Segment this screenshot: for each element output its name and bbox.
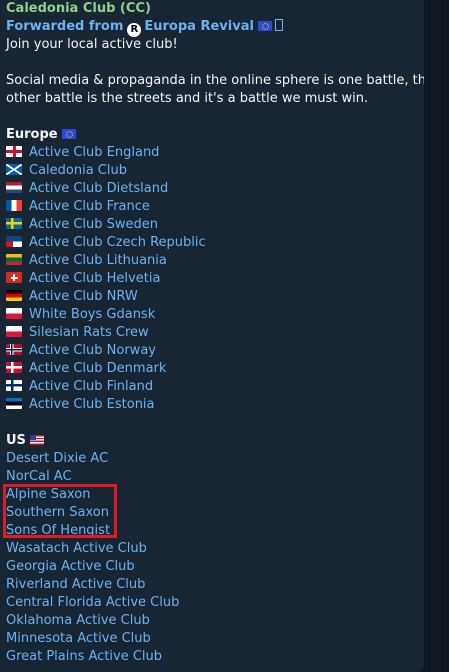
club-link[interactable]: White Boys Gdansk — [29, 307, 155, 322]
club-link[interactable]: Active Club Estonia — [29, 397, 155, 412]
club-link[interactable]: Georgia Active Club — [6, 558, 418, 576]
list-item: Active Club Denmark — [6, 360, 418, 378]
list-item: Active Club England — [6, 144, 418, 162]
unknown-glyph-icon — [274, 19, 283, 31]
sender-name[interactable]: Caledonia Club (CC) — [6, 0, 418, 18]
list-item: Active Club Finland — [6, 378, 418, 396]
club-link[interactable]: Silesian Rats Crew — [29, 325, 149, 340]
highlight-annotation-box — [3, 484, 117, 538]
list-item: Active Club Lithuania — [6, 252, 418, 270]
lithuania-flag-icon — [6, 254, 22, 265]
switzerland-flag-icon — [6, 272, 22, 283]
czech-flag-icon — [6, 236, 22, 247]
club-link[interactable]: Active Club Sweden — [29, 217, 158, 232]
eu-flag-icon — [257, 21, 272, 31]
club-link[interactable]: Central Florida Active Club — [6, 594, 418, 612]
club-link[interactable]: Oklahoma Active Club — [6, 612, 418, 630]
club-link[interactable]: Caledonia Club — [29, 163, 127, 178]
club-link[interactable]: Great Plains Active Club — [6, 648, 418, 666]
club-link[interactable]: Riverland Active Club — [6, 576, 418, 594]
club-link[interactable]: Active Club Lithuania — [29, 253, 167, 268]
us-heading-label: US — [6, 433, 26, 448]
list-item: Active Club Estonia — [6, 396, 418, 414]
us-club-list: Desert Dixie AC NorCal AC Alpine Saxon Sout… — [6, 450, 418, 666]
netherlands-flag-icon — [6, 182, 22, 193]
club-link[interactable]: Active Club Czech Republic — [29, 235, 206, 250]
list-item: Active Club Sweden — [6, 216, 418, 234]
scotland-flag-icon — [6, 164, 22, 175]
club-link[interactable]: Active Club Dietsland — [29, 181, 168, 196]
message-content: Caledonia Club (CC) Forwarded from R Europ… — [6, 0, 435, 666]
europe-heading-label: Europe — [6, 127, 58, 142]
club-link[interactable]: Active Club Helvetia — [29, 271, 160, 286]
club-link[interactable]: Active Club Finland — [29, 379, 153, 394]
germany-flag-icon — [6, 290, 22, 301]
forwarded-prefix: Forwarded from — [6, 19, 124, 34]
norway-flag-icon — [6, 344, 22, 355]
europe-heading: Europe — [6, 126, 418, 144]
channel-logo-icon: R — [127, 23, 142, 37]
paragraph-line-2: other battle is the streets and it's a b… — [6, 91, 369, 106]
list-item: Active Club France — [6, 198, 418, 216]
club-link[interactable]: Wasatach Active Club — [6, 540, 418, 558]
forwarded-header[interactable]: Forwarded from R Europa Revival — [6, 18, 418, 37]
list-item: Active Club Czech Republic — [6, 234, 418, 252]
poland-flag-icon — [6, 308, 22, 319]
list-item: Caledonia Club — [6, 162, 418, 180]
list-item: Silesian Rats Crew — [6, 324, 418, 342]
club-link[interactable]: Active Club Norway — [29, 343, 156, 358]
finland-flag-icon — [6, 380, 22, 391]
europe-club-list: Active Club England Caledonia Club Active … — [6, 144, 418, 414]
denmark-flag-icon — [6, 362, 22, 373]
list-item: Active Club Norway — [6, 342, 418, 360]
france-flag-icon — [6, 200, 22, 211]
sweden-flag-icon — [6, 218, 22, 229]
intro-text: Join your local active club! — [6, 37, 178, 52]
estonia-flag-icon — [6, 398, 22, 409]
poland-flag-icon — [6, 326, 22, 337]
club-link[interactable]: Active Club Denmark — [29, 361, 166, 376]
club-link[interactable]: Desert Dixie AC — [6, 450, 418, 468]
forwarded-channel[interactable]: Europa Revival — [144, 19, 254, 34]
paragraph-line-1: Social media & propaganda in the online … — [6, 73, 435, 88]
us-heading: US — [6, 432, 418, 450]
scrollbar-thumb[interactable] — [431, 0, 441, 672]
us-flag-icon — [29, 435, 44, 445]
club-link[interactable]: Active Club France — [29, 199, 150, 214]
list-item: Active Club NRW — [6, 288, 418, 306]
england-flag-icon — [6, 146, 22, 157]
club-link[interactable]: Active Club England — [29, 145, 159, 160]
list-item: Active Club Helvetia — [6, 270, 418, 288]
scrollbar[interactable] — [424, 0, 449, 672]
eu-flag-icon — [61, 129, 76, 139]
club-link[interactable]: Active Club NRW — [29, 289, 138, 304]
list-item: White Boys Gdansk — [6, 306, 418, 324]
club-link[interactable]: Minnesota Active Club — [6, 630, 418, 648]
list-item: Active Club Dietsland — [6, 180, 418, 198]
